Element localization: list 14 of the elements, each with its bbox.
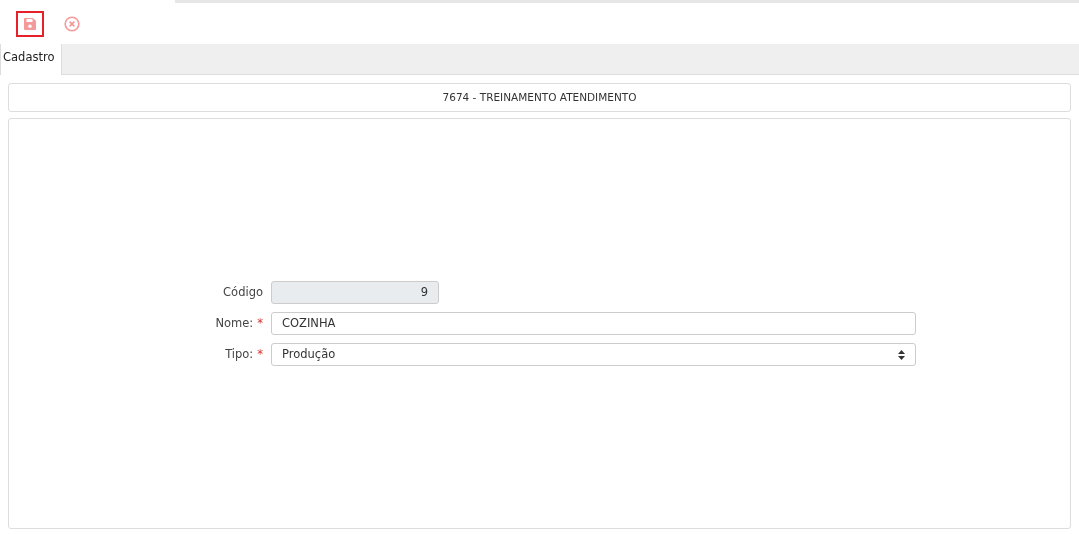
field-label: Código	[223, 284, 263, 299]
select-field[interactable]: Produção	[271, 343, 916, 366]
tab[interactable]: Cadastro	[0, 44, 63, 75]
required-mark: *	[257, 346, 263, 361]
save-icon	[23, 16, 37, 31]
cancel-icon	[64, 15, 80, 32]
readonly-field[interactable]: 9	[271, 281, 439, 304]
field-label: Nome:	[215, 315, 254, 330]
input-field[interactable]: COZINHA	[271, 312, 916, 335]
field-label: Tipo:	[225, 346, 254, 361]
sort-caret-icon	[898, 349, 905, 360]
required-mark: *	[257, 315, 263, 330]
record-title: 7674 - TREINAMENTO ATENDIMENTO	[8, 83, 1071, 112]
save-button[interactable]	[16, 10, 44, 37]
